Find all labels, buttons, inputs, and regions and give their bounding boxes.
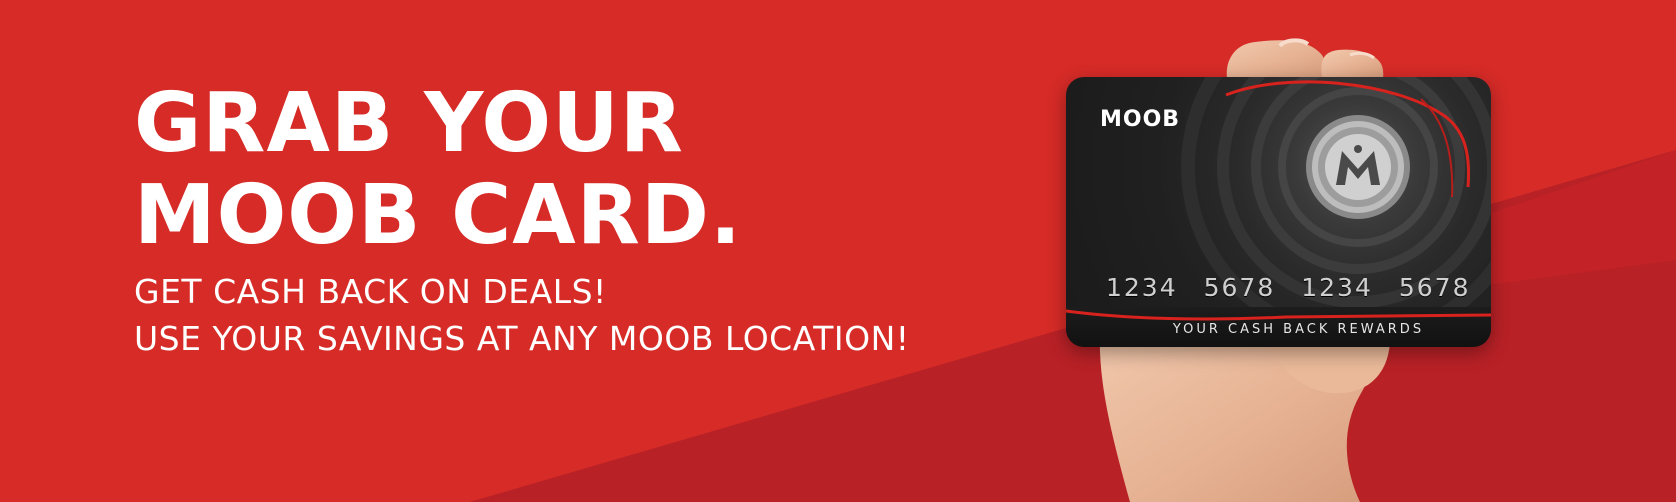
card-number-group-2: 5678 (1203, 273, 1276, 302)
moob-logo-icon: MOOB (1100, 107, 1181, 132)
card-rewards-label: YOUR CASH BACK REWARDS (1172, 322, 1425, 337)
moob-card[interactable]: MOOB 1234 5678 1234 5678 YOUR CASH BACK … (1066, 77, 1491, 347)
subheadline-line-2: USE YOUR SAVINGS AT ANY MOOB LOCATION! (134, 319, 910, 358)
moob-seal-icon (1306, 115, 1410, 219)
headline: GRAB YOUR MOOB CARD. (134, 78, 742, 262)
subheadline-line-1: GET CASH BACK ON DEALS! (134, 272, 607, 311)
headline-line-2: MOOB CARD. (134, 168, 743, 263)
headline-line-1: GRAB YOUR (134, 76, 684, 171)
card-number-group-3: 1234 (1301, 273, 1373, 302)
subheadline: GET CASH BACK ON DEALS! USE YOUR SAVINGS… (134, 268, 910, 362)
card-number-group-1: 1234 (1106, 273, 1178, 302)
card-number: 1234 5678 1234 5678 (1106, 273, 1471, 302)
card-number-group-4: 5678 (1398, 273, 1471, 302)
promo-banner[interactable]: GRAB YOUR MOOB CARD. GET CASH BACK ON DE… (0, 0, 1676, 502)
